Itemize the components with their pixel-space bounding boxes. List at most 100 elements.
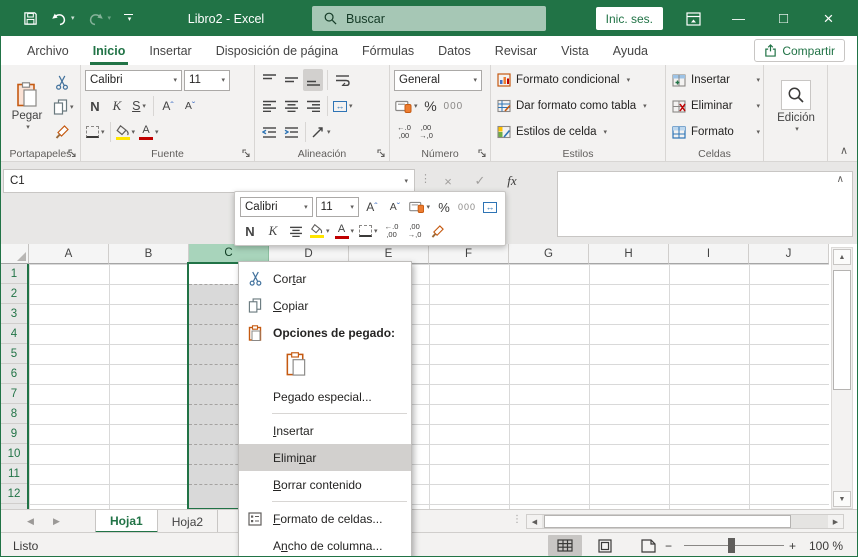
page-break-view-button[interactable] [631,535,665,556]
wrap-text-button[interactable] [332,69,352,91]
menu-item-insertar[interactable]: Insertar [239,417,411,444]
mini-percent-button[interactable]: % [434,196,454,218]
column-header-h[interactable]: H [589,244,669,264]
zoom-out-button[interactable]: − [665,533,672,556]
scroll-up-button[interactable]: ▲ [833,249,851,265]
sheet-cells[interactable] [29,264,829,509]
column-header-g[interactable]: G [509,244,589,264]
align-middle-button[interactable] [281,69,301,91]
merge-dropdown[interactable]: ▾ [349,103,353,110]
share-button[interactable]: Compartir [754,39,845,62]
mini-font-size-combo[interactable]: 11 ▾ [315,197,359,217]
percent-style-button[interactable]: % [421,95,441,117]
orientation-button[interactable]: ▾ [310,121,332,143]
cut-button[interactable] [52,71,72,93]
font-size-combo[interactable]: 11 ▾ [184,69,230,91]
decrease-indent-button[interactable] [259,121,279,143]
sheet-bar-handle[interactable]: ⋮ [512,514,522,525]
zoom-slider-thumb[interactable] [728,538,735,553]
save-button[interactable] [23,11,38,26]
row-header-3[interactable]: 3 [1,304,27,324]
row-header-9[interactable]: 9 [1,424,27,444]
align-top-button[interactable] [259,69,279,91]
name-box-dropdown[interactable]: ▾ [404,178,408,185]
mini-merge-button[interactable]: ↔ [480,196,500,218]
column-header-f[interactable]: F [429,244,509,264]
align-bottom-button[interactable] [303,69,323,91]
sign-in-button[interactable]: Inic. ses. [595,7,663,30]
mini-fill-color-dropdown[interactable]: ▾ [326,228,330,235]
customize-qat-button[interactable]: ▾ [124,14,134,23]
tab-ayuda[interactable]: Ayuda [601,36,660,65]
insert-cells-button[interactable]: Insertar ▾ [672,68,760,92]
mini-italic-button[interactable]: K [263,220,283,242]
comma-style-button[interactable]: 000 [443,95,465,117]
align-right-button[interactable] [303,95,323,117]
horizontal-scroll-thumb[interactable] [544,515,791,528]
sheet-tab-hoja2[interactable]: Hoja2 [158,510,219,533]
menu-item-cortar[interactable]: Cortar [239,265,411,292]
font-color-button[interactable]: A ▾ [138,121,160,143]
copy-button[interactable]: ▾ [52,96,75,118]
accounting-format-button[interactable]: ▾ [394,95,419,117]
tab-archivo[interactable]: Archivo [15,36,81,65]
menu-item-borrar-contenido[interactable]: Borrar contenido [239,471,411,498]
tab-f-rmulas[interactable]: Fórmulas [350,36,426,65]
mini-align-center-button[interactable] [286,220,306,242]
menu-item-pegado-especial[interactable]: Pegado especial... [239,383,411,410]
row-header-5[interactable]: 5 [1,344,27,364]
column-header-i[interactable]: I [669,244,749,264]
format-painter-button[interactable] [52,121,72,143]
paste-option-keep-source[interactable] [285,352,307,377]
align-center-button[interactable] [281,95,301,117]
maximize-button[interactable]: □ [761,1,806,36]
search-box[interactable]: Buscar [312,6,546,31]
editing-button[interactable]: Edición ▾ [774,68,818,144]
mini-grow-font-button[interactable]: Aˆ [362,196,382,218]
tab-vista[interactable]: Vista [549,36,601,65]
font-name-combo[interactable]: Calibri ▾ [85,69,182,91]
cell-styles-button[interactable]: Estilos de celda ▾ [497,120,662,144]
fill-color-button[interactable]: ▾ [115,121,137,143]
collapse-formula-bar-button[interactable]: ∧ [837,174,844,185]
mini-font-color-dropdown[interactable]: ▾ [351,228,355,235]
mini-format-painter-button[interactable] [428,220,448,242]
tab-revisar[interactable]: Revisar [483,36,549,65]
editing-dropdown[interactable]: ▾ [795,126,799,133]
shrink-font-button[interactable]: Aˇ [180,95,200,117]
formula-input[interactable]: ∧ [557,171,853,237]
redo-dropdown[interactable]: ▾ [108,15,112,22]
row-header-1[interactable]: 1 [1,264,27,284]
borders-dropdown[interactable]: ▾ [101,129,105,136]
tab-disposici-n-de-p-gina[interactable]: Disposición de página [204,36,350,65]
page-layout-view-button[interactable] [588,535,622,556]
sheet-tab-hoja1[interactable]: Hoja1 [95,510,158,533]
minimize-button[interactable]: — [716,1,761,36]
menu-item-formato-de-celdas[interactable]: Formato de celdas... [239,505,411,532]
row-header-10[interactable]: 10 [1,444,27,464]
mini-shrink-font-button[interactable]: Aˇ [385,196,405,218]
menu-item-ancho-de-columna[interactable]: Ancho de columna... [239,532,411,556]
collapse-ribbon-button[interactable]: ∧ [840,144,848,157]
font-color-dropdown[interactable]: ▾ [155,129,159,136]
vertical-scrollbar[interactable]: ▲ ▼ [831,247,853,509]
row-header-12[interactable]: 12 [1,484,27,504]
scroll-down-button[interactable]: ▼ [833,491,851,507]
mini-accounting-button[interactable]: ▾ [408,196,431,218]
insert-function-button[interactable]: fx [497,169,527,193]
zoom-in-button[interactable]: + [789,533,796,556]
italic-button[interactable]: K [107,95,127,117]
fill-color-dropdown[interactable]: ▾ [132,129,136,136]
mini-borders-dropdown[interactable]: ▾ [374,228,378,235]
format-as-table-button[interactable]: Dar formato como tabla ▾ [497,94,662,118]
horizontal-scrollbar[interactable]: ◀ ▶ [526,514,844,529]
tab-datos[interactable]: Datos [426,36,483,65]
row-header-6[interactable]: 6 [1,364,27,384]
decrease-decimal-button[interactable]: ,00 →,0 [416,121,436,143]
mini-bold-button[interactable]: N [240,220,260,242]
menu-item-eliminar[interactable]: Eliminar [239,444,411,471]
column-header-j[interactable]: J [749,244,829,264]
vertical-scroll-thumb[interactable] [833,270,851,390]
underline-dropdown[interactable]: ▾ [142,103,146,110]
mini-accounting-dropdown[interactable]: ▾ [426,204,430,211]
